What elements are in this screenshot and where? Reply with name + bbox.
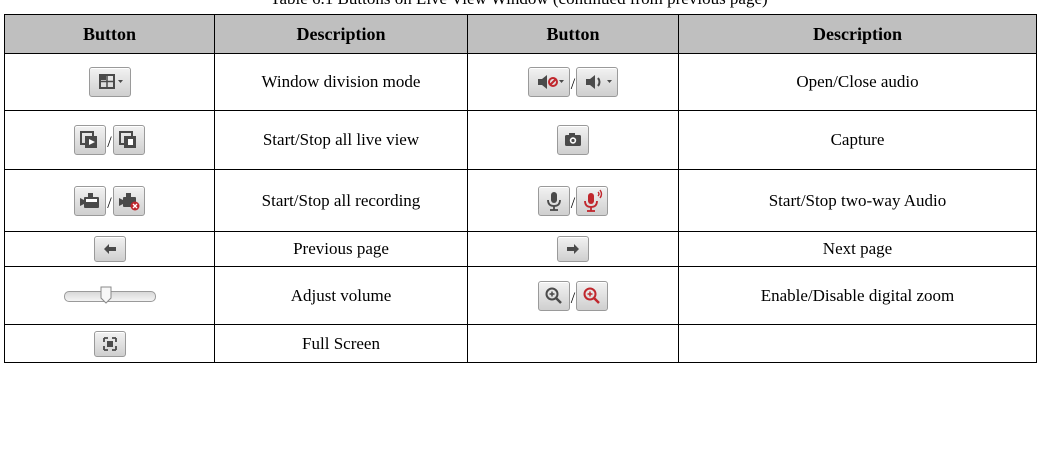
header-row: Button Description Button Description (4, 14, 1037, 54)
microphone-icon[interactable] (537, 185, 570, 216)
button-cell: / (4, 169, 215, 232)
header-button-1: Button (4, 14, 215, 54)
header-description-2: Description (678, 14, 1037, 54)
separator: / (107, 194, 112, 212)
table-row: / Start/Stop all recording / Start/Stop … (4, 169, 1037, 232)
microphone-active-icon[interactable] (576, 185, 609, 216)
start-all-recording-icon[interactable] (74, 185, 107, 216)
stop-all-live-view-icon[interactable] (112, 125, 145, 155)
description-cell: Enable/Disable digital zoom (678, 266, 1037, 325)
description-cell: Window division mode (214, 53, 468, 111)
stop-all-recording-icon[interactable] (112, 185, 145, 216)
description-cell: Full Screen (214, 324, 468, 363)
table-caption-text: Table 6.1 Buttons on Live View Window (c… (0, 0, 1038, 9)
header-description-1: Description (214, 14, 468, 54)
description-cell: Start/Stop all live view (214, 110, 468, 170)
start-all-live-view-icon[interactable] (74, 125, 107, 155)
button-cell (467, 231, 679, 267)
table-caption: Table 6.1 Buttons on Live View Window (c… (0, 0, 1038, 14)
volume-slider-thumb[interactable] (100, 286, 112, 304)
table-row: / Start/Stop all live view Capture (4, 110, 1037, 170)
arrow-right-icon[interactable] (557, 236, 589, 262)
zoom-in-icon[interactable] (537, 280, 570, 311)
button-cell (4, 53, 215, 111)
description-cell: Open/Close audio (678, 53, 1037, 111)
audio-off-icon[interactable] (527, 67, 570, 97)
description-cell: Adjust volume (214, 266, 468, 325)
button-cell: / (467, 53, 679, 111)
button-cell (4, 266, 215, 325)
button-cell (467, 110, 679, 170)
button-cell: / (467, 169, 679, 232)
zoom-in-active-icon[interactable] (576, 280, 609, 311)
table-row: Window division mode / Open/Close audio (4, 53, 1037, 111)
separator: / (107, 134, 112, 151)
separator: / (570, 76, 576, 93)
camera-icon[interactable] (557, 125, 589, 155)
description-cell: Next page (678, 231, 1037, 267)
table-row: Full Screen (4, 324, 1037, 363)
separator: / (570, 194, 576, 212)
button-cell: / (4, 110, 215, 170)
button-cell (467, 324, 679, 363)
live-view-buttons-table: Button Description Button Description Wi… (4, 14, 1037, 363)
fullscreen-icon[interactable] (93, 330, 126, 357)
window-division-icon[interactable] (88, 67, 131, 97)
button-cell: / (467, 266, 679, 325)
header-button-2: Button (467, 14, 679, 54)
audio-on-icon[interactable] (576, 67, 619, 97)
arrow-left-icon[interactable] (93, 236, 126, 262)
button-cell (4, 324, 215, 363)
description-cell: Previous page (214, 231, 468, 267)
volume-slider[interactable] (63, 286, 156, 306)
description-cell (678, 324, 1037, 363)
description-cell: Capture (678, 110, 1037, 170)
separator: / (570, 289, 576, 307)
table-row: Previous page Next page (4, 231, 1037, 267)
table-row: Adjust volume / Enable/Disable digital z… (4, 266, 1037, 325)
button-cell (4, 231, 215, 267)
description-cell: Start/Stop all recording (214, 169, 468, 232)
description-cell: Start/Stop two-way Audio (678, 169, 1037, 232)
